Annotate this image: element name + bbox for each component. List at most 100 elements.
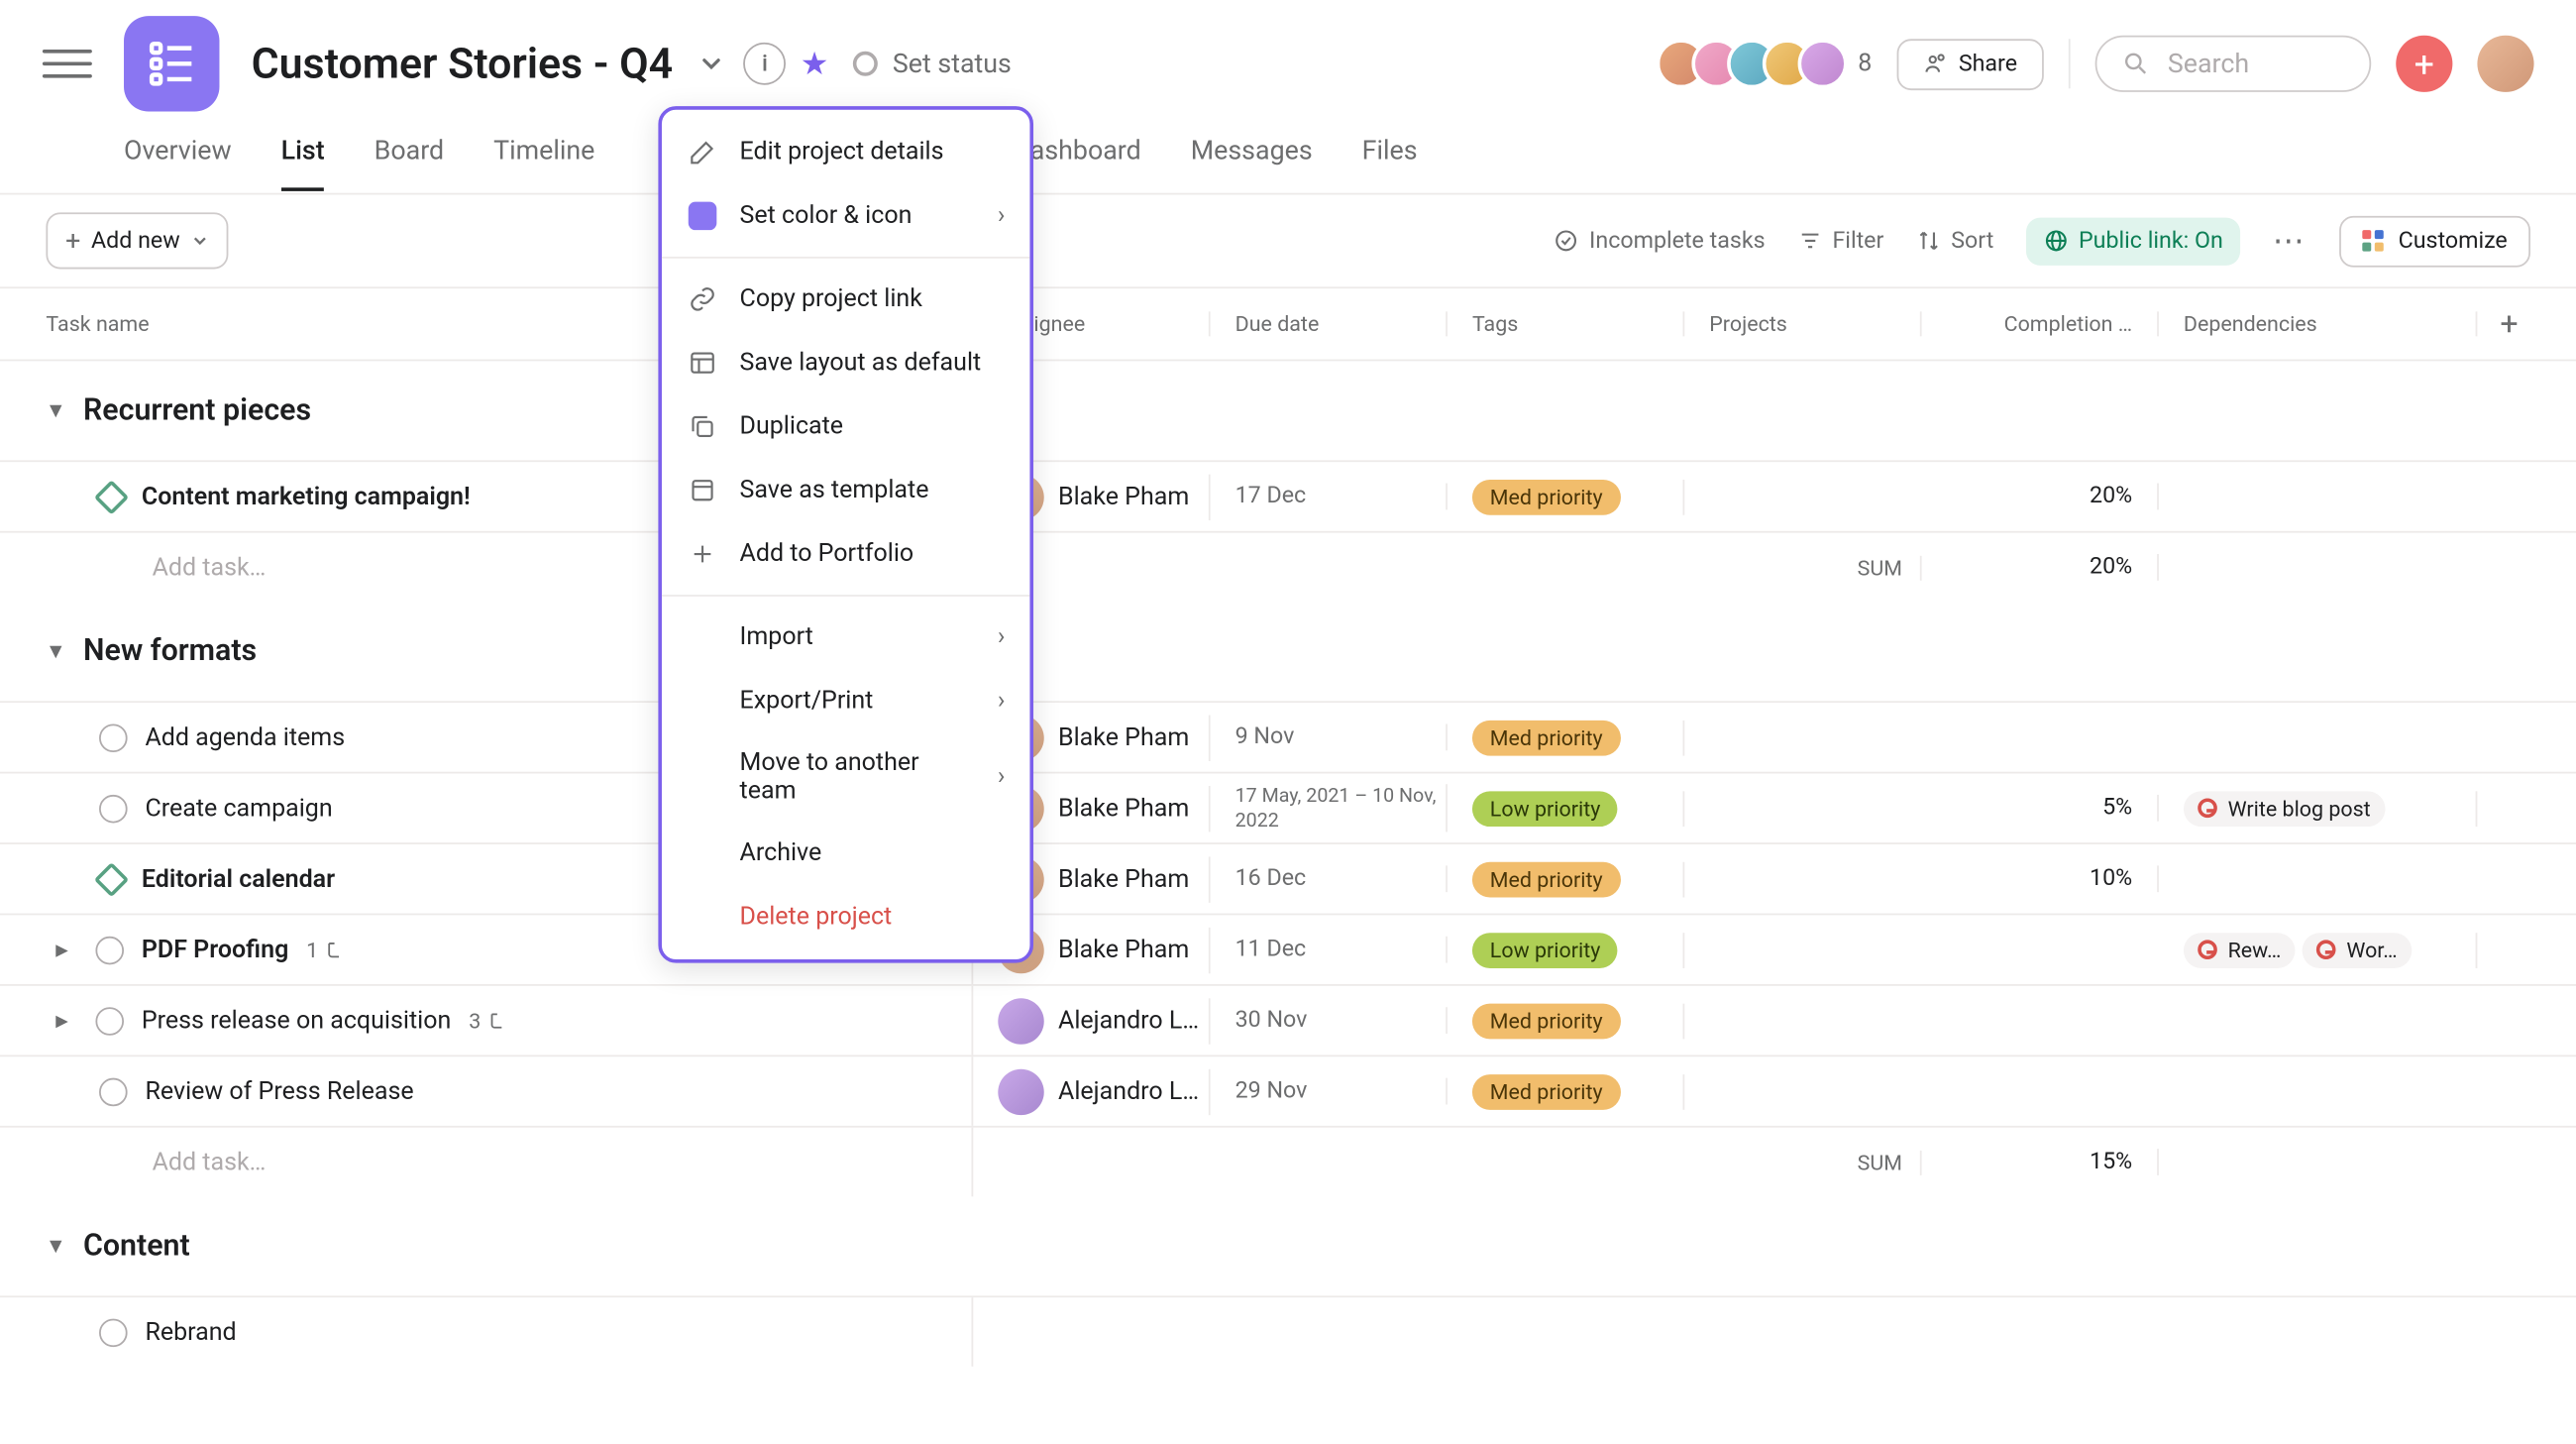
ctx-label: Edit project details bbox=[740, 138, 944, 167]
check-circle-icon[interactable] bbox=[99, 723, 128, 752]
check-circle-icon[interactable] bbox=[99, 794, 128, 823]
assignee-name: Alejandro L… bbox=[1058, 1077, 1199, 1106]
priority-tag: Med priority bbox=[1472, 1073, 1621, 1109]
check-circle-icon[interactable] bbox=[99, 1318, 128, 1347]
check-circle-icon[interactable] bbox=[95, 936, 124, 964]
ctx-import[interactable]: Import› bbox=[662, 606, 1029, 669]
tags-cell[interactable]: Med priority bbox=[1448, 479, 1684, 514]
ctx-label: Delete project bbox=[740, 903, 893, 932]
hamburger-menu[interactable] bbox=[43, 39, 92, 88]
favorite-star-icon[interactable]: ★ bbox=[801, 46, 829, 83]
customize-button[interactable]: Customize bbox=[2340, 215, 2530, 267]
task-name[interactable]: Create campaign bbox=[145, 794, 332, 823]
priority-tag: Med priority bbox=[1472, 720, 1621, 755]
due-cell[interactable]: 16 Dec bbox=[1211, 865, 1448, 892]
expander-icon[interactable]: ▸ bbox=[46, 936, 77, 964]
due-cell[interactable]: 29 Nov bbox=[1211, 1078, 1448, 1105]
section-title[interactable]: New formats bbox=[83, 633, 257, 669]
due-cell[interactable]: 17 Dec bbox=[1211, 484, 1448, 510]
sort-button[interactable]: Sort bbox=[1916, 228, 1994, 255]
add-new-button[interactable]: + Add new bbox=[46, 212, 227, 269]
task-name[interactable]: Rebrand bbox=[145, 1318, 236, 1347]
public-link-pill[interactable]: Public link: On bbox=[2025, 217, 2240, 265]
tab-timeline[interactable]: Timeline bbox=[493, 112, 594, 190]
task-name[interactable]: PDF Proofing bbox=[142, 936, 288, 964]
ctx-save-template[interactable]: Save as template bbox=[662, 459, 1029, 522]
search-input[interactable]: Search bbox=[2095, 36, 2372, 92]
tags-cell[interactable]: Med priority bbox=[1448, 1003, 1684, 1039]
due-cell[interactable]: 30 Nov bbox=[1211, 1007, 1448, 1034]
due-cell[interactable]: 9 Nov bbox=[1211, 723, 1448, 750]
tab-dashboard-partial[interactable]: ashboard bbox=[1030, 112, 1141, 190]
ctx-delete[interactable]: Delete project bbox=[662, 885, 1029, 948]
global-add-button[interactable]: + bbox=[2396, 36, 2452, 92]
tab-files[interactable]: Files bbox=[1362, 112, 1418, 190]
dependency-pill[interactable]: Wor… bbox=[2303, 932, 2412, 967]
task-name[interactable]: Review of Press Release bbox=[145, 1077, 413, 1106]
deps-cell[interactable]: Rew…Wor… bbox=[2159, 932, 2477, 967]
tags-cell[interactable]: Med priority bbox=[1448, 861, 1684, 897]
user-avatar[interactable] bbox=[2477, 36, 2533, 92]
ctx-move-team[interactable]: Move to another team› bbox=[662, 732, 1029, 821]
add-task-link[interactable]: Add task… bbox=[0, 1128, 973, 1197]
completion-cell[interactable]: 10% bbox=[1922, 865, 2159, 892]
set-status-button[interactable]: Set status bbox=[854, 48, 1012, 79]
share-button[interactable]: Share bbox=[1896, 38, 2043, 89]
task-name[interactable]: Press release on acquisition bbox=[142, 1006, 451, 1035]
tags-cell[interactable]: Low priority bbox=[1448, 932, 1684, 967]
section-caret[interactable]: ▾ bbox=[50, 637, 62, 666]
ctx-set-color[interactable]: Set color & icon› bbox=[662, 184, 1029, 248]
template-icon bbox=[687, 475, 718, 506]
completion-cell[interactable]: 5% bbox=[1922, 795, 2159, 822]
assignee-name: Blake Pham bbox=[1058, 723, 1189, 752]
section-caret[interactable]: ▾ bbox=[50, 396, 62, 425]
deps-cell[interactable]: Write blog post bbox=[2159, 790, 2477, 826]
ctx-archive[interactable]: Archive bbox=[662, 822, 1029, 885]
col-header-due[interactable]: Due date bbox=[1211, 311, 1448, 336]
completion-cell[interactable]: 20% bbox=[1922, 484, 2159, 510]
check-circle-icon[interactable] bbox=[95, 1006, 124, 1035]
tags-cell[interactable]: Low priority bbox=[1448, 790, 1684, 826]
completion-filter[interactable]: Incomplete tasks bbox=[1554, 228, 1765, 255]
due-cell[interactable]: 17 May, 2021 – 10 Nov, 2022 bbox=[1211, 785, 1448, 832]
expander-icon[interactable]: ▸ bbox=[46, 1006, 77, 1035]
ctx-save-layout[interactable]: Save layout as default bbox=[662, 331, 1029, 394]
col-header-deps[interactable]: Dependencies bbox=[2159, 311, 2477, 336]
ctx-duplicate[interactable]: Duplicate bbox=[662, 394, 1029, 458]
ctx-export[interactable]: Export/Print› bbox=[662, 669, 1029, 732]
project-menu-chevron[interactable] bbox=[691, 43, 733, 85]
section-title[interactable]: Content bbox=[83, 1228, 190, 1264]
section-caret[interactable]: ▾ bbox=[50, 1232, 62, 1261]
tab-overview[interactable]: Overview bbox=[124, 112, 232, 190]
assignee-cell[interactable]: Alejandro L… bbox=[973, 1068, 1210, 1114]
tags-cell[interactable]: Med priority bbox=[1448, 1073, 1684, 1109]
tab-board[interactable]: Board bbox=[375, 112, 444, 190]
col-header-completion[interactable]: Completion … bbox=[1922, 311, 2159, 336]
tab-messages[interactable]: Messages bbox=[1191, 112, 1313, 190]
task-name[interactable]: Content marketing campaign! bbox=[142, 483, 471, 511]
section-title[interactable]: Recurrent pieces bbox=[83, 392, 311, 428]
ctx-copy-link[interactable]: Copy project link bbox=[662, 268, 1029, 331]
ctx-edit-details[interactable]: Edit project details bbox=[662, 120, 1029, 183]
check-circle-icon[interactable] bbox=[99, 1077, 128, 1106]
task-name[interactable]: Add agenda items bbox=[145, 723, 345, 752]
task-name[interactable]: Editorial calendar bbox=[142, 864, 335, 893]
tab-list[interactable]: List bbox=[281, 112, 325, 190]
due-cell[interactable]: 11 Dec bbox=[1211, 937, 1448, 963]
col-header-tags[interactable]: Tags bbox=[1448, 311, 1684, 336]
more-actions-button[interactable]: ⋯ bbox=[2273, 222, 2308, 260]
col-header-projects[interactable]: Projects bbox=[1684, 311, 1921, 336]
info-icon[interactable]: i bbox=[744, 43, 787, 85]
tags-cell[interactable]: Med priority bbox=[1448, 720, 1684, 755]
ctx-add-portfolio[interactable]: Add to Portfolio bbox=[662, 522, 1029, 586]
milestone-icon[interactable] bbox=[94, 861, 129, 896]
member-avatars[interactable]: 8 bbox=[1657, 39, 1873, 88]
filter-button[interactable]: Filter bbox=[1797, 228, 1884, 255]
assignee-cell[interactable]: Alejandro L… bbox=[973, 997, 1210, 1043]
ctx-label: Export/Print bbox=[740, 687, 874, 716]
milestone-icon[interactable] bbox=[94, 479, 129, 513]
dependency-pill[interactable]: Write blog post bbox=[2184, 790, 2385, 826]
add-column-button[interactable]: + bbox=[2477, 305, 2540, 343]
priority-tag: Med priority bbox=[1472, 861, 1621, 897]
dependency-pill[interactable]: Rew… bbox=[2184, 932, 2296, 967]
